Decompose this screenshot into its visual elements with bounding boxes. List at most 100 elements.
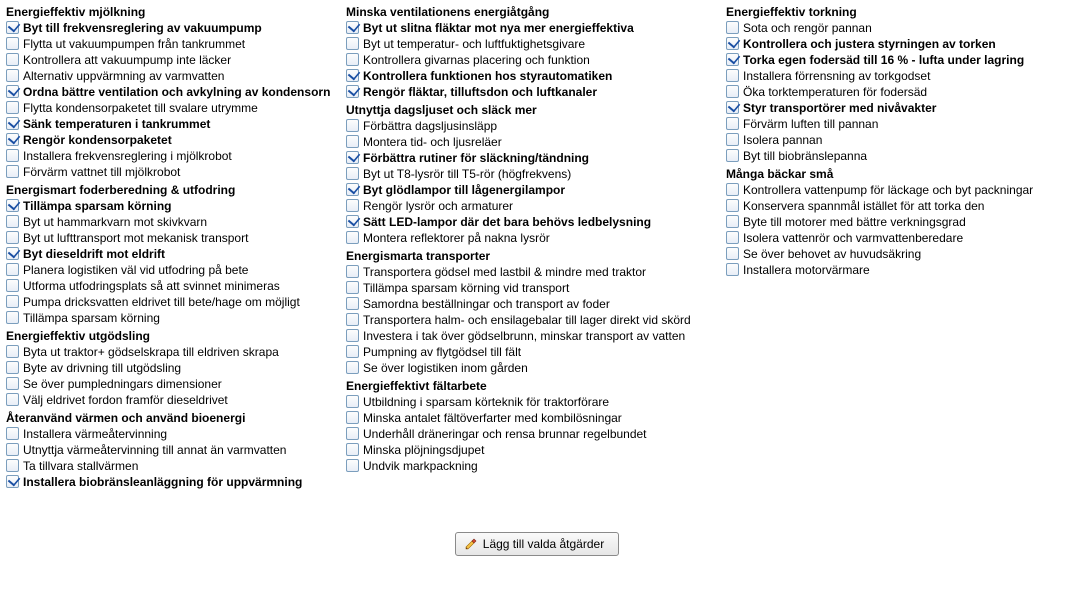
checkbox-item[interactable]: Se över pumpledningars dimensioner [6,376,336,392]
checkbox[interactable] [6,427,19,440]
checkbox[interactable] [346,167,359,180]
checkbox-item[interactable]: Kontrollera vattenpump för läckage och b… [726,182,1066,198]
checkbox-item[interactable]: Flytta ut vakuumpumpen från tankrummet [6,36,336,52]
checkbox-item[interactable]: Sota och rengör pannan [726,20,1066,36]
checkbox-item[interactable]: Tillämpa sparsam körning [6,310,336,326]
checkbox[interactable] [346,297,359,310]
checkbox[interactable] [6,279,19,292]
checkbox[interactable] [346,427,359,440]
checkbox[interactable] [346,69,359,82]
checkbox[interactable] [726,101,739,114]
checkbox[interactable] [346,119,359,132]
checkbox[interactable] [726,117,739,130]
checkbox[interactable] [346,395,359,408]
checkbox-item[interactable]: Öka torktemperaturen för fodersäd [726,84,1066,100]
checkbox-item[interactable]: Byt glödlampor till lågenergilampor [346,182,716,198]
checkbox-item[interactable]: Se över logistiken inom gården [346,360,716,376]
checkbox[interactable] [6,393,19,406]
checkbox[interactable] [6,85,19,98]
checkbox-item[interactable]: Utnyttja värmeåtervinning till annat än … [6,442,336,458]
checkbox-item[interactable]: Välj eldrivet fordon framför dieseldrive… [6,392,336,408]
checkbox[interactable] [346,281,359,294]
checkbox[interactable] [346,459,359,472]
checkbox[interactable] [346,37,359,50]
checkbox[interactable] [346,53,359,66]
checkbox[interactable] [6,69,19,82]
checkbox[interactable] [346,21,359,34]
checkbox-item[interactable]: Underhåll dräneringar och rensa brunnar … [346,426,716,442]
checkbox[interactable] [6,345,19,358]
checkbox[interactable] [6,101,19,114]
checkbox[interactable] [6,133,19,146]
checkbox-item[interactable]: Undvik markpackning [346,458,716,474]
checkbox[interactable] [726,149,739,162]
checkbox-item[interactable]: Transportera gödsel med lastbil & mindre… [346,264,716,280]
checkbox[interactable] [346,151,359,164]
checkbox[interactable] [346,231,359,244]
checkbox-item[interactable]: Isolera pannan [726,132,1066,148]
checkbox-item[interactable]: Byt ut T8-lysrör till T5-rör (högfrekven… [346,166,716,182]
checkbox-item[interactable]: Kontrollera givarnas placering och funkt… [346,52,716,68]
checkbox-item[interactable]: Pumpning av flytgödsel till fält [346,344,716,360]
checkbox[interactable] [726,183,739,196]
checkbox[interactable] [346,443,359,456]
checkbox-item[interactable]: Rengör kondensorpaketet [6,132,336,148]
checkbox-item[interactable]: Rengör fläktar, tilluftsdon och luftkana… [346,84,716,100]
checkbox[interactable] [346,135,359,148]
checkbox-item[interactable]: Installera värmeåtervinning [6,426,336,442]
checkbox[interactable] [6,21,19,34]
checkbox[interactable] [6,295,19,308]
checkbox-item[interactable]: Installera motorvärmare [726,262,1066,278]
checkbox-item[interactable]: Sätt LED-lampor där det bara behövs ledb… [346,214,716,230]
checkbox-item[interactable]: Byt till biobränslepanna [726,148,1066,164]
checkbox-item[interactable]: Byt ut hammarkvarn mot skivkvarn [6,214,336,230]
checkbox[interactable] [726,133,739,146]
checkbox-item[interactable]: Planera logistiken väl vid utfodring på … [6,262,336,278]
checkbox-item[interactable]: Styr transportörer med nivåvakter [726,100,1066,116]
checkbox-item[interactable]: Utbildning i sparsam körteknik för trakt… [346,394,716,410]
checkbox-item[interactable]: Se över behovet av huvudsäkring [726,246,1066,262]
checkbox[interactable] [346,329,359,342]
checkbox[interactable] [6,149,19,162]
checkbox[interactable] [726,37,739,50]
checkbox-item[interactable]: Kontrollera och justera styrningen av to… [726,36,1066,52]
checkbox-item[interactable]: Byt ut slitna fläktar mot nya mer energi… [346,20,716,36]
checkbox-item[interactable]: Byt ut lufttransport mot mekanisk transp… [6,230,336,246]
checkbox-item[interactable]: Förbättra dagsljusinsläpp [346,118,716,134]
checkbox-item[interactable]: Transportera halm- och ensilagebalar til… [346,312,716,328]
checkbox[interactable] [346,313,359,326]
checkbox[interactable] [726,199,739,212]
checkbox-item[interactable]: Torka egen fodersäd till 16 % - lufta un… [726,52,1066,68]
checkbox-item[interactable]: Förvärm vattnet till mjölkrobot [6,164,336,180]
checkbox[interactable] [346,265,359,278]
checkbox-item[interactable]: Rengör lysrör och armaturer [346,198,716,214]
checkbox-item[interactable]: Byte till motorer med bättre verkningsgr… [726,214,1066,230]
checkbox[interactable] [726,69,739,82]
checkbox-item[interactable]: Tillämpa sparsam körning vid transport [346,280,716,296]
checkbox[interactable] [726,247,739,260]
checkbox[interactable] [6,377,19,390]
checkbox[interactable] [726,215,739,228]
checkbox[interactable] [6,231,19,244]
checkbox[interactable] [726,231,739,244]
checkbox-item[interactable]: Tillämpa sparsam körning [6,198,336,214]
checkbox-item[interactable]: Kontrollera funktionen hos styrautomatik… [346,68,716,84]
checkbox[interactable] [346,183,359,196]
checkbox-item[interactable]: Ta tillvara stallvärmen [6,458,336,474]
checkbox[interactable] [726,85,739,98]
checkbox[interactable] [726,53,739,66]
checkbox-item[interactable]: Byt ut temperatur- och luftfuktighetsgiv… [346,36,716,52]
checkbox[interactable] [6,475,19,488]
checkbox-item[interactable]: Isolera vattenrör och varmvattenberedare [726,230,1066,246]
checkbox-item[interactable]: Investera i tak över gödselbrunn, minska… [346,328,716,344]
checkbox[interactable] [6,53,19,66]
checkbox-item[interactable]: Förbättra rutiner för släckning/tändning [346,150,716,166]
checkbox-item[interactable]: Samordna beställningar och transport av … [346,296,716,312]
checkbox-item[interactable]: Alternativ uppvärmning av varmvatten [6,68,336,84]
checkbox[interactable] [6,37,19,50]
checkbox[interactable] [6,165,19,178]
checkbox-item[interactable]: Förvärm luften till pannan [726,116,1066,132]
checkbox-item[interactable]: Minska plöjningsdjupet [346,442,716,458]
checkbox-item[interactable]: Byte av drivning till utgödsling [6,360,336,376]
checkbox[interactable] [6,117,19,130]
